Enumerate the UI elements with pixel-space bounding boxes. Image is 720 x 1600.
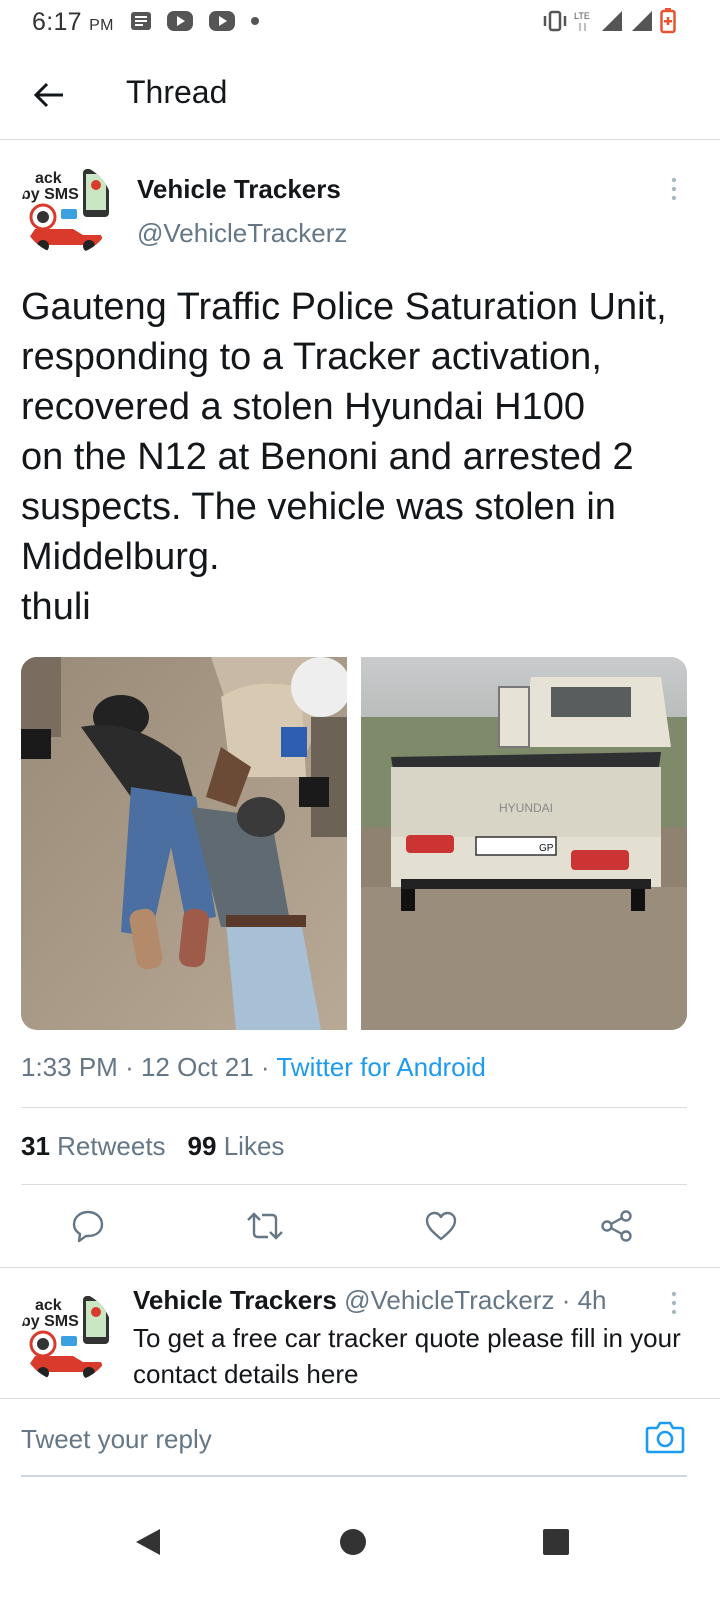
retweets-count: 31 — [21, 1131, 50, 1161]
signal-icon — [602, 11, 622, 31]
reply-text: To get a free car tracker quote please f… — [133, 1323, 681, 1389]
author-name[interactable]: Vehicle Trackers — [137, 174, 341, 205]
divider-3 — [0, 1267, 720, 1268]
svg-text:HYUNDAI: HYUNDAI — [499, 801, 553, 815]
reply-author-name[interactable]: Vehicle Trackers — [133, 1285, 337, 1315]
tweet-media: HYUNDAI GP — [21, 657, 687, 1030]
square-recents-icon — [543, 1529, 569, 1555]
tweet-reply-input[interactable] — [21, 1419, 621, 1459]
retweet-icon — [247, 1212, 283, 1240]
youtube-notification-icon — [167, 11, 193, 31]
status-time: 6:17 PM — [32, 8, 114, 36]
meta-separator-2: · — [260, 1052, 277, 1082]
heart-icon — [425, 1211, 457, 1241]
battery-low-icon — [660, 8, 676, 34]
reply-compose-bar — [0, 1398, 720, 1478]
vertical-dots-icon — [671, 1291, 677, 1315]
likes-stat[interactable]: 99 Likes — [188, 1131, 285, 1162]
photo-arrest[interactable] — [21, 657, 347, 1030]
retweets-label: Retweets — [57, 1131, 166, 1161]
reply-more-button[interactable] — [662, 1288, 686, 1318]
vibrate-icon — [543, 10, 567, 32]
retweets-stat[interactable]: 31 Retweets — [21, 1131, 166, 1162]
vehicle-trackers-logo: ack by SMS — [21, 1290, 113, 1382]
tweet-meta: 1:33 PM · 12 Oct 21 · Twitter for Androi… — [21, 1052, 486, 1083]
triangle-back-icon — [136, 1529, 160, 1555]
photo-recovered-truck[interactable]: HYUNDAI GP — [361, 657, 687, 1030]
like-button[interactable] — [419, 1204, 463, 1248]
meta-separator: · — [125, 1052, 141, 1082]
reply-author-avatar[interactable]: ack by SMS — [21, 1290, 113, 1382]
reply-age: 4h — [577, 1285, 607, 1315]
tweet-source-link[interactable]: Twitter for Android — [276, 1052, 486, 1082]
nav-back-button[interactable] — [118, 1512, 178, 1572]
svg-text:ack: ack — [35, 1297, 62, 1314]
svg-text:by SMS: by SMS — [21, 186, 79, 203]
divider-2 — [21, 1184, 687, 1185]
svg-text:GP: GP — [539, 843, 554, 854]
circle-home-icon — [340, 1529, 366, 1555]
vehicle-trackers-logo: ack by SMS — [21, 163, 113, 255]
divider — [21, 1107, 687, 1108]
news-notification-icon — [131, 12, 151, 30]
lte-icon: LTE — [574, 11, 590, 31]
camera-button[interactable] — [645, 1419, 685, 1459]
arrest-photo-image — [21, 657, 347, 1030]
retweet-button[interactable] — [243, 1204, 287, 1248]
compose-underline — [21, 1475, 687, 1477]
youtube-notification-icon-2 — [209, 11, 235, 31]
reply-header: Vehicle Trackers @VehicleTrackerz · 4h — [133, 1285, 607, 1316]
tweet-text: Gauteng Traffic Police Saturation Unit, … — [21, 286, 667, 628]
camera-icon — [645, 1421, 685, 1454]
share-icon — [601, 1210, 632, 1242]
svg-text:ack: ack — [35, 170, 62, 187]
reply-button[interactable] — [66, 1204, 110, 1248]
more-notifications-dot-icon — [251, 17, 259, 25]
author-handle[interactable]: @VehicleTrackerz — [137, 218, 347, 249]
likes-label: Likes — [223, 1131, 285, 1161]
share-button[interactable] — [595, 1204, 639, 1248]
reply-author-handle[interactable]: @VehicleTrackerz — [344, 1285, 554, 1315]
thread-header: Thread — [0, 48, 720, 140]
reply-separator: · — [561, 1285, 571, 1315]
signal-icon-2 — [632, 11, 652, 31]
tweet-actions — [0, 1196, 720, 1256]
author-avatar[interactable]: ack by SMS — [21, 163, 113, 255]
likes-count: 99 — [187, 1131, 217, 1161]
tweet-more-button[interactable] — [662, 174, 686, 204]
speech-bubble-icon — [72, 1210, 104, 1243]
svg-text:LTE: LTE — [574, 11, 590, 21]
nav-home-button[interactable] — [323, 1512, 383, 1572]
arrow-left-icon — [33, 82, 63, 108]
notification-icons — [130, 10, 260, 32]
status-bar: 6:17 PM LTE — [0, 0, 720, 46]
back-button[interactable] — [24, 70, 74, 120]
tweet-date: 12 Oct 21 — [140, 1052, 254, 1082]
android-nav-bar — [0, 1488, 720, 1600]
page-title: Thread — [126, 74, 228, 110]
system-icons: LTE — [542, 8, 676, 34]
tweet-stats: 31 Retweets 99 Likes — [21, 1131, 284, 1162]
nav-recents-button[interactable] — [526, 1512, 586, 1572]
recovered-truck-image: HYUNDAI GP — [361, 657, 687, 1030]
tweet-time: 1:33 PM — [21, 1052, 118, 1082]
vertical-dots-icon — [671, 177, 677, 201]
svg-text:by SMS: by SMS — [21, 1313, 79, 1330]
